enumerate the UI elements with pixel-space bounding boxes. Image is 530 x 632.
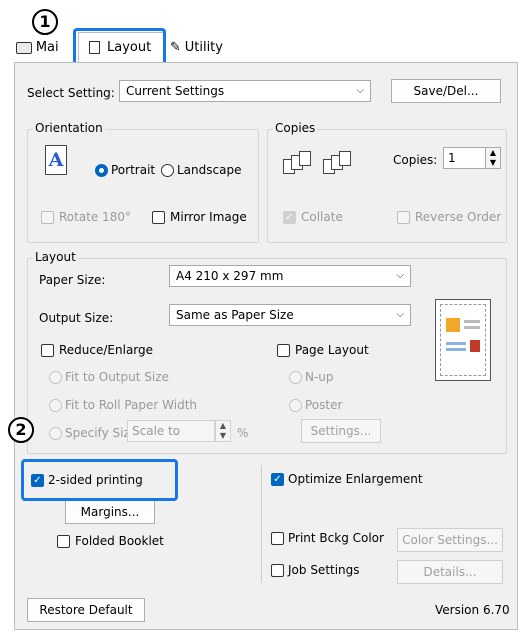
two-sided-highlight bbox=[21, 459, 178, 501]
select-setting-value: Current Settings bbox=[126, 84, 225, 98]
specify-size-label: Specify Size bbox=[65, 426, 127, 440]
rotate-180-label: Rotate 180° bbox=[59, 210, 132, 224]
poster-label: Poster bbox=[305, 398, 343, 412]
mirror-image-label: Mirror Image bbox=[170, 210, 247, 224]
print-bckg-color-checkbox[interactable] bbox=[271, 532, 284, 545]
landscape-label: Landscape bbox=[177, 163, 242, 177]
job-settings-label: Job Settings bbox=[288, 563, 360, 577]
specify-size-radio[interactable] bbox=[49, 427, 62, 440]
color-settings-button[interactable]: Color Settings... bbox=[397, 528, 503, 552]
orientation-preview-icon: A bbox=[45, 145, 67, 175]
stepper-up-icon[interactable]: ▲ bbox=[486, 148, 500, 158]
copies-value: 1 bbox=[448, 151, 456, 165]
stepper-up-icon[interactable]: ▲ bbox=[216, 421, 230, 431]
mirror-image-checkbox[interactable] bbox=[152, 211, 165, 224]
fit-roll-label: Fit to Roll Paper Width bbox=[65, 398, 198, 412]
layout-title: Layout bbox=[33, 250, 78, 264]
fit-output-label: Fit to Output Size bbox=[65, 370, 169, 384]
vertical-divider bbox=[261, 465, 262, 583]
paper-size-dropdown[interactable]: A4 210 x 297 mm ⌵ bbox=[169, 265, 411, 287]
chevron-down-icon: ⌵ bbox=[356, 85, 364, 96]
portrait-label: Portrait bbox=[111, 163, 156, 177]
reduce-enlarge-label: Reduce/Enlarge bbox=[59, 343, 154, 357]
output-size-value: Same as Paper Size bbox=[176, 308, 294, 322]
select-setting-dropdown[interactable]: Current Settings ⌵ bbox=[119, 80, 371, 102]
percent-label: % bbox=[237, 426, 249, 440]
collate-pages-icon bbox=[283, 151, 363, 175]
copies-stepper[interactable]: ▲ ▼ bbox=[485, 147, 501, 169]
folded-booklet-label: Folded Booklet bbox=[75, 534, 164, 548]
page-preview-icon bbox=[435, 299, 491, 381]
reduce-enlarge-checkbox[interactable] bbox=[41, 344, 54, 357]
fit-output-radio[interactable] bbox=[49, 371, 62, 384]
save-del-button[interactable]: Save/Del... bbox=[391, 79, 501, 103]
version-label: Version 6.70 bbox=[435, 603, 510, 617]
nup-radio[interactable] bbox=[289, 371, 302, 384]
restore-default-button[interactable]: Restore Default bbox=[27, 598, 145, 622]
tab-main-label: Mai bbox=[35, 40, 59, 55]
page-layout-label: Page Layout bbox=[295, 343, 369, 357]
orientation-title: Orientation bbox=[33, 121, 105, 135]
orientation-preview-glyph: A bbox=[48, 149, 64, 171]
optimize-enlargement-label: Optimize Enlargement bbox=[288, 472, 423, 486]
page-layout-checkbox[interactable] bbox=[277, 344, 290, 357]
printer-icon bbox=[16, 41, 32, 54]
reverse-order-label: Reverse Order bbox=[415, 210, 502, 224]
output-size-label: Output Size: bbox=[39, 311, 114, 325]
chevron-down-icon: ⌵ bbox=[396, 270, 404, 281]
portrait-radio[interactable] bbox=[95, 164, 108, 177]
output-size-dropdown[interactable]: Same as Paper Size ⌵ bbox=[169, 304, 411, 326]
paper-size-label: Paper Size: bbox=[39, 273, 106, 287]
callout-step-2: 2 bbox=[8, 417, 34, 443]
scale-stepper[interactable]: ▲ ▼ bbox=[215, 420, 231, 442]
layout-panel: Select Setting: Current Settings ⌵ Save/… bbox=[14, 62, 518, 630]
tab-utility-label: Utility bbox=[184, 40, 223, 55]
collate-checkbox[interactable]: ✓ bbox=[283, 211, 296, 224]
collate-label: Collate bbox=[301, 210, 343, 224]
folded-booklet-checkbox[interactable] bbox=[57, 535, 70, 548]
stepper-down-icon[interactable]: ▼ bbox=[486, 158, 500, 168]
tab-utility[interactable]: ✎ Utility bbox=[170, 40, 223, 55]
layout-settings-button[interactable]: Settings... bbox=[301, 419, 381, 443]
copies-input[interactable]: 1 bbox=[443, 147, 489, 169]
landscape-radio[interactable] bbox=[161, 164, 174, 177]
copies-label: Copies: bbox=[393, 153, 438, 167]
poster-radio[interactable] bbox=[289, 399, 302, 412]
chevron-down-icon: ⌵ bbox=[396, 309, 404, 320]
fit-roll-radio[interactable] bbox=[49, 399, 62, 412]
callout-step-1: 1 bbox=[32, 9, 58, 35]
reverse-order-checkbox[interactable] bbox=[397, 211, 410, 224]
paper-size-value: A4 210 x 297 mm bbox=[176, 269, 284, 283]
wrench-icon: ✎ bbox=[170, 40, 181, 55]
margins-button[interactable]: Margins... bbox=[65, 500, 155, 524]
nup-label: N-up bbox=[305, 370, 334, 384]
scale-to-label: Scale to bbox=[132, 424, 181, 438]
select-setting-label: Select Setting: bbox=[27, 86, 115, 100]
print-bckg-color-label: Print Bckg Color bbox=[288, 531, 384, 545]
stepper-down-icon[interactable]: ▼ bbox=[216, 431, 230, 441]
optimize-enlargement-checkbox[interactable]: ✓ bbox=[271, 473, 284, 486]
job-settings-checkbox[interactable] bbox=[271, 564, 284, 577]
tab-main[interactable]: Mai bbox=[16, 40, 59, 55]
scale-input[interactable]: Scale to bbox=[127, 420, 215, 442]
rotate-180-checkbox[interactable] bbox=[41, 211, 54, 224]
copies-title: Copies bbox=[273, 121, 318, 135]
details-button[interactable]: Details... bbox=[397, 560, 503, 584]
